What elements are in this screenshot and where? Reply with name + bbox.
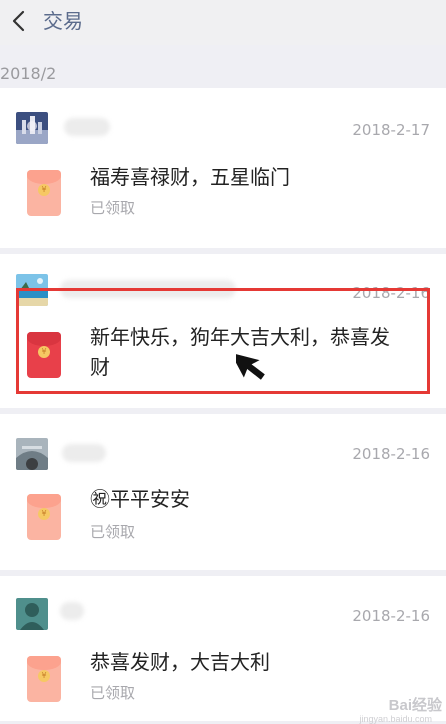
status-text: 已领取 (90, 199, 136, 217)
red-packet-icon: ¥ (27, 656, 61, 702)
watermark-url: jingyan.baidu.com (359, 714, 432, 724)
transaction-card[interactable]: 2018-2-17 ¥ 福寿喜禄财，五星临门 已领取 (0, 88, 446, 248)
red-packet-icon: ¥ (27, 170, 61, 216)
red-packet-icon: ¥ (27, 494, 61, 540)
blessing-text: 福寿喜禄财，五星临门 (90, 165, 290, 189)
status-text: 已领取 (90, 684, 136, 702)
blessing-text: ㊗平平安安 (90, 487, 190, 511)
transaction-date: 2018-2-16 (352, 607, 430, 625)
mouse-cursor-icon (236, 352, 265, 380)
transaction-card[interactable]: 2018-2-16 ¥ ㊗平平安安 已领取 (0, 414, 446, 570)
sender-name (62, 444, 106, 462)
transaction-card[interactable]: 2018-2-16 ¥ 恭喜发财，大吉大利 已领取 (0, 576, 446, 721)
watermark-logo: Bai经验 (388, 697, 442, 714)
transaction-date: 2018-2-17 (352, 121, 430, 139)
header-bar: 交易 (0, 0, 446, 45)
silhouette-avatar (16, 598, 48, 630)
sender-name (60, 602, 84, 620)
transaction-date: 2018-2-16 (352, 445, 430, 463)
sender-name (64, 118, 110, 136)
page-title: 交易 (43, 9, 83, 33)
highlight-box (16, 288, 430, 394)
month-label: 2018/2 (0, 64, 57, 83)
blessing-text: 恭喜发财，大吉大利 (90, 650, 270, 674)
bridge-avatar (16, 438, 48, 470)
status-text: 已领取 (90, 523, 136, 541)
city-night-avatar (16, 112, 48, 144)
chevron-left-icon[interactable] (8, 9, 32, 33)
